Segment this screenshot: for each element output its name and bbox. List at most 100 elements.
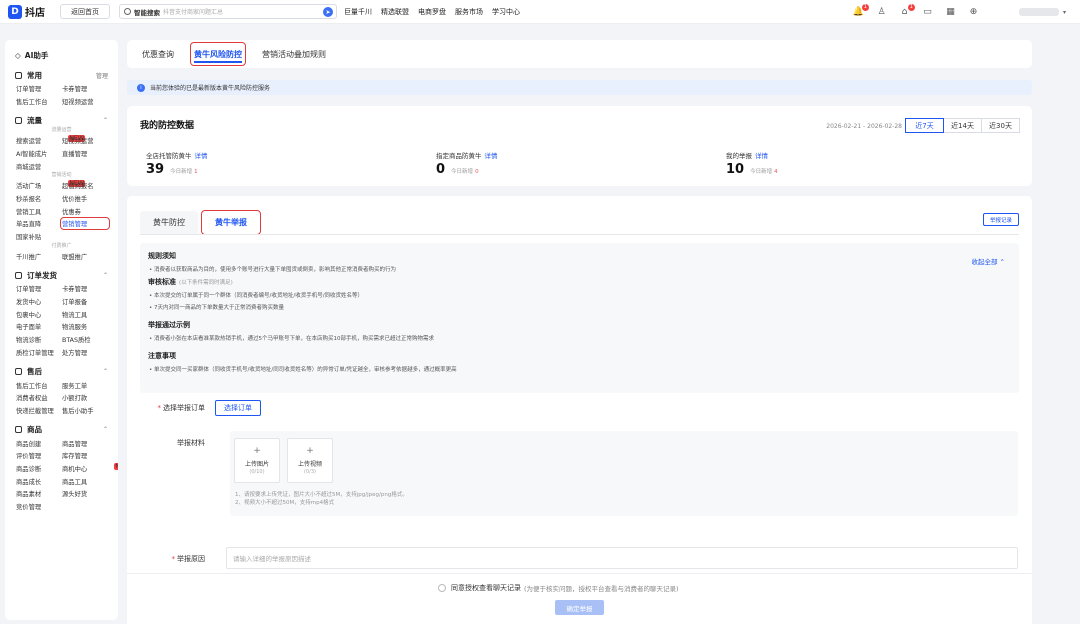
upload-image-button[interactable]: + 上传图片 (0/10)	[234, 438, 280, 483]
ai-search-icon[interactable]: ➤	[323, 7, 333, 17]
detail-link[interactable]: 详情	[195, 152, 208, 160]
sidebar-item[interactable]: 售后工作台	[16, 381, 62, 390]
grid-icon[interactable]: ▦	[945, 7, 956, 18]
sidebar-item[interactable]: 订单报备	[62, 297, 108, 306]
detail-link[interactable]: 详情	[485, 152, 498, 160]
sidebar-item[interactable]: 服务工单	[62, 381, 108, 390]
sidebar-item[interactable]: 订单管理	[16, 84, 62, 93]
rule-line-text: 7天内对同一商品的下单数量大于正常消费者购买数量	[154, 305, 285, 311]
select-order-button[interactable]: 选择订单	[215, 400, 261, 416]
shop-icon[interactable]: ⌂ 1	[899, 3, 915, 18]
sidebar-item[interactable]: 活动广场 NEW	[16, 180, 86, 190]
sidebar-item[interactable]: 订单管理	[16, 284, 62, 293]
sidebar-item[interactable]: 消费者权益	[16, 393, 62, 402]
sidebar-section[interactable]: 商品 ⌃	[5, 423, 118, 437]
sidebar-item[interactable]: 物流服务	[62, 322, 108, 331]
sidebar-item[interactable]: 商品工具	[62, 477, 108, 486]
period-7d[interactable]: 近7天	[905, 118, 944, 133]
reason-input[interactable]: 请输入详细的举报原因描述	[226, 547, 1018, 569]
sidebar-item[interactable]: 商品成长	[16, 477, 62, 486]
submit-report-button[interactable]: 确定举报	[555, 600, 604, 615]
sidebar-item[interactable]: 快递拦截管理	[16, 406, 62, 415]
sidebar-item[interactable]: 营销工具	[16, 207, 62, 216]
sidebar-item[interactable]: 卡券管理	[62, 284, 108, 293]
agree-checkbox[interactable]: 同意授权查看聊天记录 (为便于核实问题，授权平台查看与消费者的聊天记录)	[438, 583, 679, 593]
sidebar-item[interactable]: 直播管理	[62, 149, 108, 158]
sidebar-item[interactable]: 质检订单管理	[16, 348, 62, 357]
tab-stacking-rules[interactable]: 营销活动叠加规则	[259, 43, 329, 65]
sidebar-item[interactable]: 物流诊断	[16, 335, 62, 344]
sidebar-item[interactable]: 优惠券	[62, 207, 108, 216]
sidebar-item[interactable]: 商品素材	[16, 489, 62, 498]
section-icon	[15, 71, 22, 79]
sidebar-subheading: 营销活动	[51, 172, 72, 179]
tab-discount-query[interactable]: 优惠查询	[139, 43, 177, 65]
topnav-item[interactable]: 服务市场	[455, 7, 483, 17]
sidebar-item[interactable]: 秒杀报名	[16, 194, 62, 203]
collapse-all-button[interactable]: 收起全部 ⌃	[971, 256, 1005, 266]
sidebar-item[interactable]: 物流工具	[62, 310, 108, 319]
period-30d[interactable]: 近30天	[981, 118, 1020, 133]
chevron-down-icon[interactable]: ▾	[1063, 9, 1066, 16]
ai-assistant[interactable]: ◇ AI助手	[5, 48, 118, 62]
sidebar-item[interactable]: 商机中心NEW	[62, 462, 118, 473]
chevron-up-icon[interactable]: ⌃	[103, 426, 108, 433]
sidebar-item[interactable]: 联盟推广	[62, 252, 108, 261]
sidebar-item[interactable]: 评价管理	[16, 451, 62, 460]
sidebar-item[interactable]: 小额打款	[62, 393, 108, 402]
account-name[interactable]	[1018, 8, 1059, 16]
sidebar-item[interactable]: 商城运营	[16, 162, 62, 171]
sidebar-item[interactable]: 处方管理	[62, 348, 108, 357]
search-input[interactable]: 智能搜索 抖音支付商家问题汇总 ➤	[119, 4, 337, 19]
sidebar-item[interactable]: 营销管理	[60, 217, 110, 231]
sidebar-item[interactable]: 超值购报名	[62, 181, 108, 190]
sidebar-item[interactable]: 商品诊断	[16, 464, 62, 473]
add-icon[interactable]: ⊕	[968, 7, 979, 18]
sidebar-item[interactable]: 短视频运营	[62, 136, 108, 145]
sidebar-item[interactable]: 售后小助手	[62, 406, 108, 415]
sidebar-item[interactable]: 库存管理	[62, 451, 108, 460]
sidebar-section[interactable]: 订单发货 ⌃	[5, 269, 118, 283]
sidebar-item[interactable]: 短视频运营	[62, 97, 108, 106]
sidebar-section[interactable]: 常用 管理	[5, 68, 118, 82]
tab-scalper-control[interactable]: 黄牛风险防控	[190, 42, 246, 66]
sidebar-item[interactable]: 电子面单	[16, 322, 62, 331]
sidebar-item[interactable]: 单品直降	[16, 219, 62, 228]
user-switch-icon[interactable]: ♙	[876, 7, 887, 18]
tab-scalper-prevention[interactable]: 黄牛防控	[140, 211, 198, 234]
sidebar-section[interactable]: 流量 ⌃	[5, 113, 118, 127]
period-14d[interactable]: 近14天	[943, 118, 982, 133]
bell-icon[interactable]: 🔔 1	[853, 3, 869, 18]
topnav-item[interactable]: 巨量千川	[344, 7, 372, 17]
sidebar-item[interactable]: AI智能成片	[16, 149, 62, 158]
sidebar-item[interactable]: 商品创建	[16, 439, 62, 448]
chevron-up-icon[interactable]: ⌃	[103, 117, 108, 124]
home-button[interactable]: 返回首页	[60, 4, 110, 19]
sidebar-item[interactable]: 优价推手	[62, 194, 108, 203]
chevron-up-icon[interactable]: ⌃	[103, 368, 108, 375]
sidebar-item[interactable]: BTAS质检	[62, 335, 108, 344]
message-icon[interactable]: ▭	[922, 7, 933, 18]
topnav-item[interactable]: 电商罗盘	[418, 7, 446, 17]
sidebar-item[interactable]: 商品管理	[62, 439, 108, 448]
sidebar-item[interactable]: 源头好货	[62, 489, 108, 498]
sidebar-item[interactable]: 包裹中心	[16, 310, 62, 319]
section-manage[interactable]: 管理	[96, 71, 108, 80]
detail-link[interactable]: 详情	[755, 152, 768, 160]
checkbox[interactable]	[438, 584, 446, 592]
sidebar-item[interactable]: 国家补贴	[16, 232, 62, 241]
sidebar-item[interactable]: 发货中心	[16, 297, 62, 306]
sidebar-item[interactable]: 千川推广	[16, 252, 62, 261]
upload-video-button[interactable]: + 上传视频 (0/3)	[287, 438, 333, 483]
sidebar-item[interactable]: 卡券管理	[62, 84, 108, 93]
topnav-item[interactable]: 精选联盟	[381, 7, 409, 17]
logo[interactable]: D 抖店	[8, 4, 58, 19]
report-record-button[interactable]: 举报记录	[982, 213, 1019, 226]
tab-scalper-report[interactable]: 黄牛举报	[201, 210, 261, 235]
chevron-up-icon[interactable]: ⌃	[103, 272, 108, 279]
sidebar-item[interactable]: 竞价管理	[16, 502, 62, 511]
topnav-item[interactable]: 学习中心	[492, 7, 520, 17]
sidebar-item[interactable]: 售后工作台	[16, 97, 62, 106]
sidebar-item[interactable]: 搜索运营 NEW	[16, 135, 86, 145]
sidebar-section[interactable]: 售后 ⌃	[5, 365, 118, 379]
